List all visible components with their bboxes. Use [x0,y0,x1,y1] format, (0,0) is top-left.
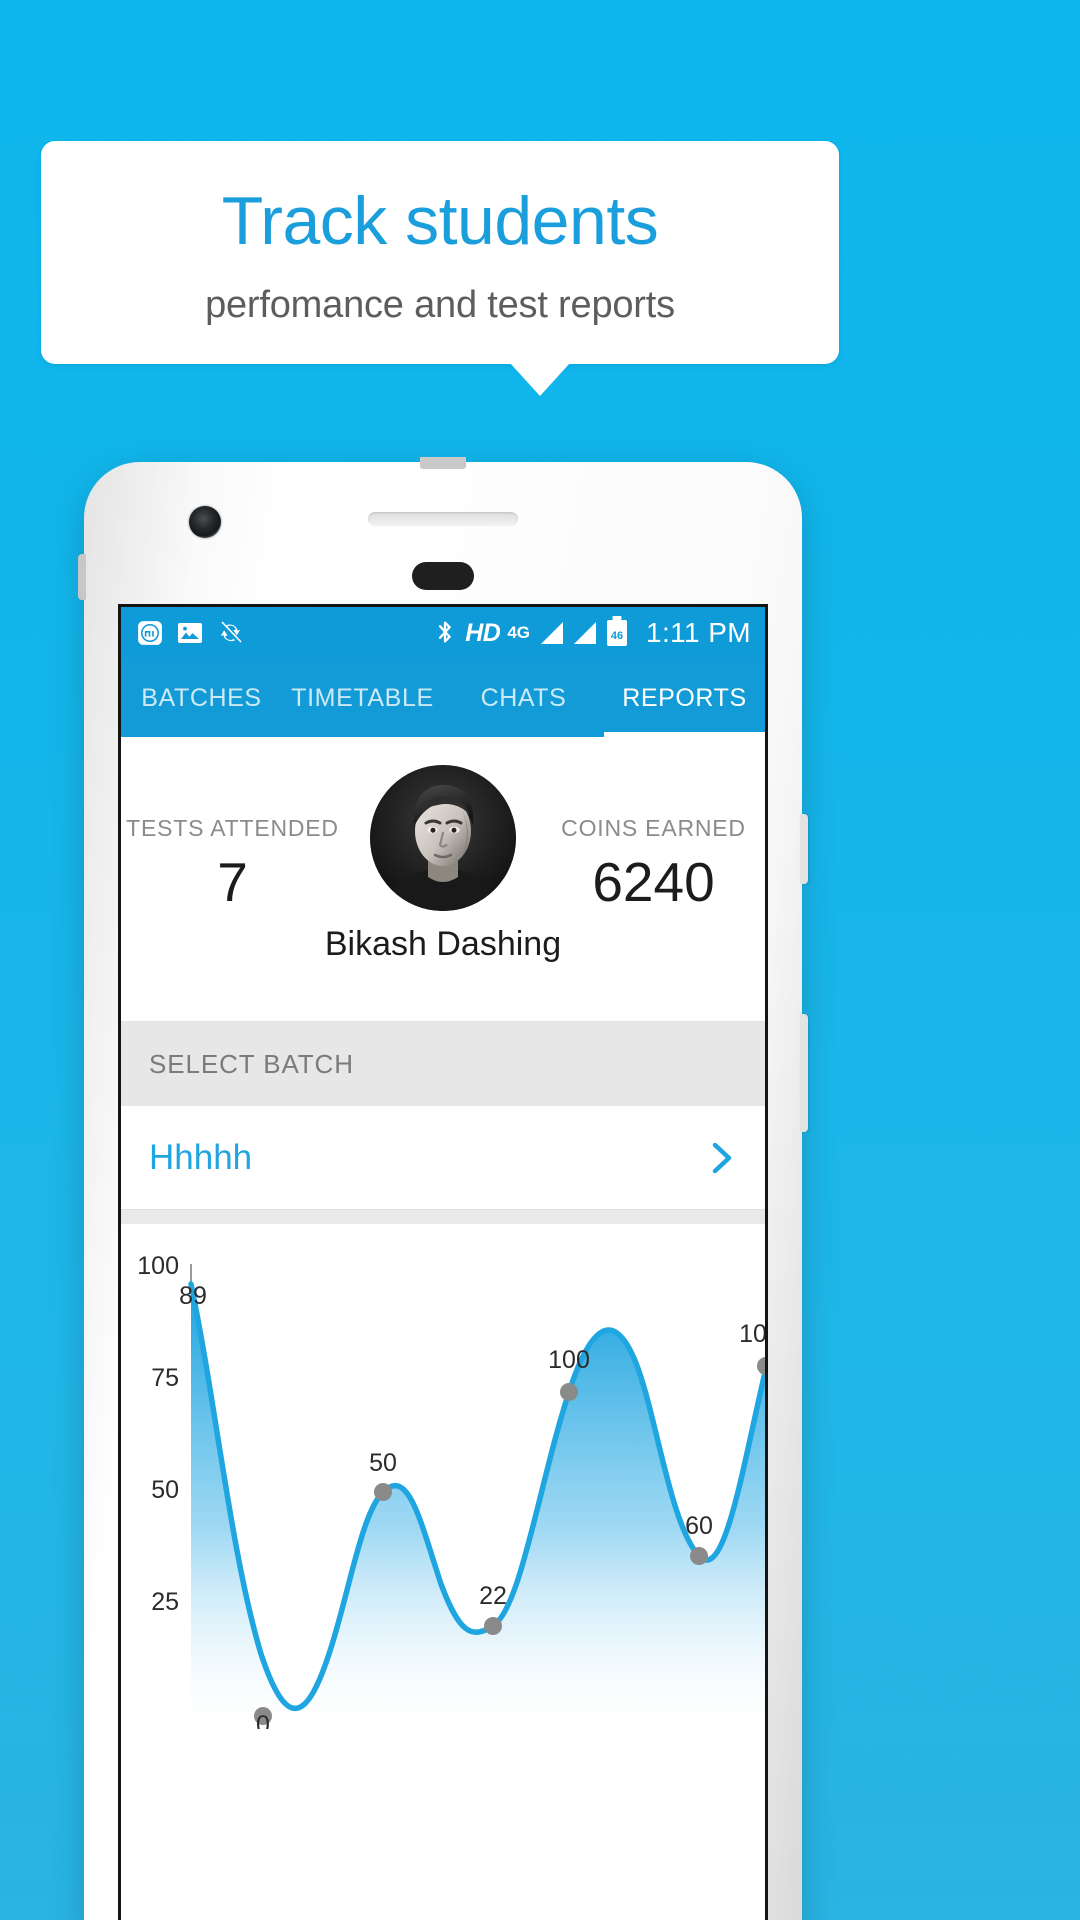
chart-point [484,1617,502,1635]
select-batch-header: SELECT BATCH [121,1022,765,1106]
status-bar: HD 4G 46 1:11 PM [121,607,765,659]
mi-security-icon [137,620,163,646]
volume-button[interactable] [800,1014,808,1132]
chart-point [690,1547,708,1565]
section-divider [121,1210,765,1224]
chart-point-label-4: 100 [548,1346,590,1374]
y-tick-100: 100 [137,1252,179,1280]
y-tick-25: 25 [151,1588,179,1616]
tab-batches[interactable]: BATCHES [121,659,282,737]
network-type-label: 4G [507,623,530,642]
hd-voice-label: HD [465,618,501,647]
phone-mockup: HD 4G 46 1:11 PM BATCHES TIMETABLE CHATS… [78,457,808,1920]
profile-name: Bikash Dashing [324,925,562,963]
status-bar-left-icons [137,620,244,646]
phone-screen: HD 4G 46 1:11 PM BATCHES TIMETABLE CHATS… [118,604,768,1920]
chevron-right-icon [707,1141,737,1175]
stat-tests-attended: TESTS ATTENDED 7 [125,815,340,914]
chart-point-label-5: 60 [685,1512,713,1540]
tests-attended-label: TESTS ATTENDED [126,815,339,841]
sync-disabled-icon [217,620,244,646]
performance-chart[interactable]: 100 75 50 25 89 0 50 22 100 60 100 [121,1224,765,1729]
y-tick-75: 75 [151,1364,179,1392]
battery-level-label: 46 [610,630,624,642]
bluetooth-icon [436,619,454,647]
tab-bar: BATCHES TIMETABLE CHATS REPORTS [121,659,765,737]
power-button[interactable] [800,814,808,884]
promo-subtitle: perfomance and test reports [205,283,675,326]
promo-callout: Track students perfomance and test repor… [41,141,839,364]
left-side-button[interactable] [78,554,86,600]
chart-point-label-0: 89 [179,1282,207,1310]
tab-chats[interactable]: CHATS [443,659,604,737]
signal-bars-icon [541,622,563,644]
sensor-housing [412,562,474,590]
signal-bars-icon [574,622,596,644]
y-tick-50: 50 [151,1476,179,1504]
chart-point-label-3: 22 [479,1582,507,1610]
avatar[interactable] [370,765,516,911]
coins-earned-label: COINS EARNED [561,815,746,841]
chart-point-label-2: 50 [369,1449,397,1477]
photo-icon [177,621,203,645]
callout-tail [510,363,570,396]
coins-earned-value: 6240 [592,851,715,913]
promo-title: Track students [221,183,659,260]
chart-point [560,1383,578,1401]
batch-selector-row[interactable]: Hhhhh [121,1106,765,1210]
avatar-image [370,765,516,911]
chart-point [374,1483,392,1501]
earpiece-speaker [368,512,518,526]
tab-reports[interactable]: REPORTS [604,659,765,737]
status-bar-right-icons: HD 4G 46 1:11 PM [436,617,751,649]
chart-point [757,1357,765,1375]
front-camera-icon [189,506,221,538]
chart-point-label-1: 0 [256,1711,270,1729]
profile-stats-card: TESTS ATTENDED 7 Bikash Dashing COINS EA… [121,737,765,1022]
battery-icon: 46 [607,620,627,646]
chart-canvas [188,1264,765,1729]
tests-attended-value: 7 [217,851,248,913]
tab-timetable[interactable]: TIMETABLE [282,659,443,737]
selected-batch-label: Hhhhh [149,1137,253,1177]
stat-coins-earned: COINS EARNED 6240 [546,815,761,914]
chart-point-label-6: 100 [739,1320,765,1348]
clock-label: 1:11 PM [646,617,751,648]
antenna-strip [420,457,466,469]
